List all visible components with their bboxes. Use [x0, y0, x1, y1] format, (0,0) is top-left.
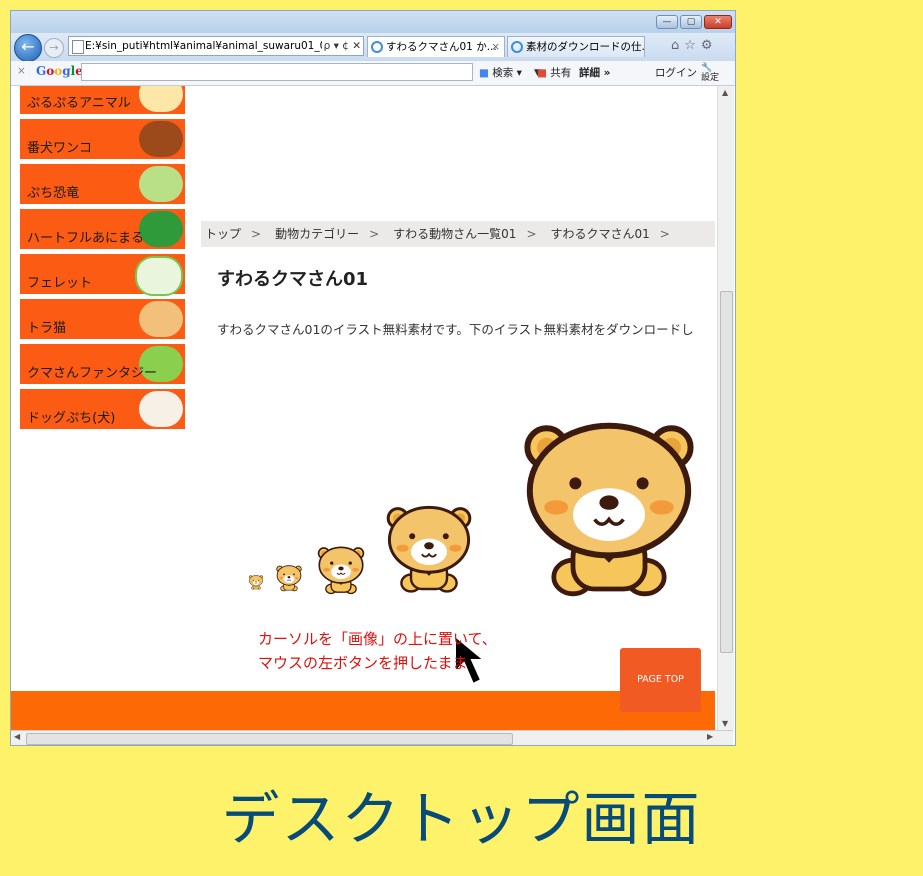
animal-thumbnail: [139, 301, 183, 337]
animal-thumbnail: [135, 256, 183, 296]
minimize-button[interactable]: —: [656, 15, 678, 29]
vertical-scrollbar[interactable]: ▲ ▼: [717, 86, 734, 730]
instruction-line: マウスの左ボタンを押したまま: [258, 654, 468, 672]
scroll-down-icon[interactable]: ▼: [722, 719, 728, 728]
details-button[interactable]: 詳細 »: [579, 65, 610, 80]
search-button[interactable]: ■ 検索 ▾: [479, 65, 522, 80]
animal-thumbnail: [139, 166, 183, 202]
breadcrumb-item[interactable]: トップ: [205, 227, 241, 241]
sidebar-item-label: ドッグぷち(犬): [27, 411, 116, 426]
star-icon[interactable]: ☆: [684, 38, 701, 53]
toolbar-icons: ⌂☆⚙: [671, 38, 718, 53]
animal-thumbnail: [139, 391, 183, 427]
bear-image-tiny[interactable]: [248, 575, 264, 590]
sidebar-item-dinosaur[interactable]: ぷち恐竜: [20, 164, 185, 204]
animal-thumbnail: [139, 86, 183, 112]
sidebar-item-purupuru[interactable]: ぷるぷるアニマル: [20, 86, 185, 114]
sidebar-item-label: 番犬ワンコ: [27, 141, 93, 156]
title-bar: — ▢ ✕: [11, 11, 735, 35]
breadcrumb-separator: >: [659, 227, 670, 241]
page-footer: [11, 691, 715, 730]
tab-label: 素材のダウンロードの仕...: [526, 41, 645, 53]
breadcrumb-separator: >: [369, 227, 380, 241]
breadcrumb-item[interactable]: すわるクマさん01: [551, 227, 650, 241]
address-bar[interactable]: E:¥sin_puti¥html¥animal¥animal_suwaru01_…: [68, 36, 364, 56]
bear-image-medium[interactable]: [317, 546, 365, 595]
tab-bear[interactable]: すわるクマさん01 か... ×: [367, 36, 505, 57]
scrollbar-thumb[interactable]: [720, 291, 733, 653]
share-button[interactable]: ■ 共有: [537, 65, 571, 80]
bear-image-small[interactable]: [276, 565, 302, 592]
breadcrumb-item[interactable]: 動物カテゴリー: [275, 227, 359, 241]
sidebar-item-label: ぷち恐竜: [27, 186, 80, 201]
sidebar-item-tabby-cat[interactable]: トラ猫: [20, 299, 185, 339]
share-label: 共有: [550, 67, 572, 79]
back-arrow-icon[interactable]: ←: [14, 34, 42, 62]
ie-icon: [511, 41, 523, 53]
address-controls[interactable]: ρ ▾ ¢ ✕: [321, 37, 361, 55]
forward-arrow-icon[interactable]: →: [44, 38, 64, 58]
sidebar-item-label: ぷるぷるアニマル: [27, 96, 131, 111]
sidebar-item-label: ハートフルあにまる: [27, 231, 145, 246]
page-content: ぷるぷるアニマル 番犬ワンコ ぷち恐竜 ハートフルあにまる フェレット トラ猫 …: [11, 86, 715, 730]
tab-download[interactable]: 素材のダウンロードの仕...: [507, 36, 645, 57]
horizontal-scrollbar[interactable]: ◀ ▶: [11, 730, 733, 745]
address-text: E:¥sin_puti¥html¥animal¥animal_suwaru01_…: [85, 40, 337, 52]
sidebar-item-label: クマさんファンタジー: [27, 366, 158, 381]
breadcrumb: トップ > 動物カテゴリー > すわる動物さん一覧01 > すわるクマさん01 >: [201, 221, 715, 247]
breadcrumb-separator: >: [251, 227, 262, 241]
scroll-up-icon[interactable]: ▲: [722, 88, 728, 97]
caption: デスクトップ画面: [221, 785, 702, 853]
sidebar-item-label: フェレット: [27, 276, 93, 291]
search-icon: ■: [479, 67, 489, 79]
navigation-bar: ← → E:¥sin_puti¥html¥animal¥animal_suwar…: [11, 33, 735, 62]
breadcrumb-item[interactable]: すわる動物さん一覧01: [393, 227, 516, 241]
google-logo: Google: [36, 64, 83, 78]
wrench-icon: 🔧: [701, 63, 713, 73]
bear-image-large[interactable]: [386, 505, 472, 593]
home-icon[interactable]: ⌂: [671, 38, 684, 53]
search-label: 検索: [492, 67, 514, 79]
scroll-right-icon[interactable]: ▶: [707, 732, 713, 741]
sidebar-item-bear-fantasy[interactable]: クマさんファンタジー: [20, 344, 185, 384]
browser-window: — ▢ ✕ ← → E:¥sin_puti¥html¥animal¥animal…: [10, 10, 736, 746]
settings-label: 設定: [701, 73, 720, 83]
page-icon: [72, 40, 84, 54]
gear-icon[interactable]: ⚙: [701, 38, 718, 53]
scroll-left-icon[interactable]: ◀: [14, 732, 20, 741]
page-top-button[interactable]: PAGE TOP: [620, 648, 701, 712]
animal-thumbnail: [139, 211, 183, 247]
toolbar-close-icon[interactable]: ×: [17, 65, 26, 77]
sidebar-item-watchdog[interactable]: 番犬ワンコ: [20, 119, 185, 159]
bear-image-xlarge[interactable]: [527, 426, 690, 594]
page-description: すわるクマさん01のイラスト無料素材です。下のイラスト無料素材をダウンロードし: [217, 322, 694, 337]
page-title: すわるクマさん01: [217, 269, 369, 290]
instruction-line: カーソルを「画像」の上に置いて、: [258, 630, 497, 648]
instruction-text: カーソルを「画像」の上に置いて、 マウスの左ボタンを押したまま: [258, 627, 497, 675]
settings-button[interactable]: 🔧 設定: [701, 63, 719, 83]
maximize-button[interactable]: ▢: [680, 15, 702, 29]
sidebar-item-ferret[interactable]: フェレット: [20, 254, 185, 296]
sidebar-item-label: トラ猫: [27, 321, 67, 336]
ie-icon: [371, 41, 383, 53]
sidebar-item-dog-puchi[interactable]: ドッグぷち(犬): [20, 389, 185, 429]
sidebar-item-heartful[interactable]: ハートフルあにまる: [20, 209, 185, 249]
tab-close-icon[interactable]: ×: [491, 37, 500, 57]
breadcrumb-separator: >: [526, 227, 537, 241]
google-toolbar: × Google ▼ ■ 検索 ▾ ■ 共有 詳細 » ログイン 🔧 設定: [11, 61, 735, 86]
login-button[interactable]: ログイン: [655, 65, 697, 80]
close-window-button[interactable]: ✕: [704, 15, 732, 29]
tab-label: すわるクマさん01 か...: [386, 41, 497, 53]
share-icon: ■: [537, 67, 547, 79]
animal-thumbnail: [139, 121, 183, 157]
scrollbar-thumb[interactable]: [26, 733, 513, 745]
google-search-input[interactable]: ▼: [81, 63, 541, 81]
